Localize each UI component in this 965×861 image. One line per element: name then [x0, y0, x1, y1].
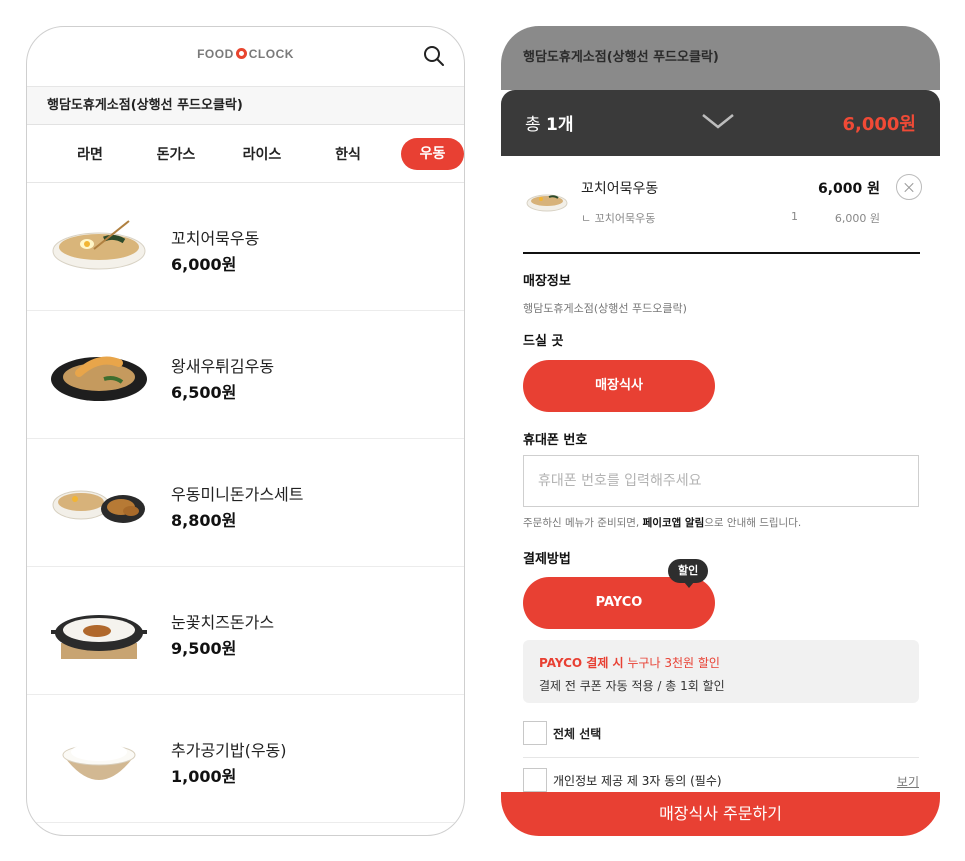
shrimp-udon-image: [51, 356, 147, 401]
menu-item-name: 왕새우튀김우동: [171, 357, 275, 376]
view-terms-link[interactable]: 보기: [897, 773, 919, 790]
menu-item-price: 6,500원: [171, 383, 237, 402]
discount-badge: 할인: [668, 559, 709, 588]
menu-item-name: 눈꽃치즈돈가스: [171, 613, 275, 632]
udon-bowl-image: [52, 220, 146, 270]
notice-text-post: 으로 안내해 드립니다.: [704, 517, 802, 529]
cart-item-option: ㄴ 꼬치어묵우동: [581, 212, 656, 225]
store-name-dimmed: 행담도휴게소점(상행선 푸드오클락): [501, 26, 940, 90]
store-info-label: 매장정보: [523, 274, 571, 289]
phone-number-label: 휴대폰 번호: [523, 433, 588, 448]
cart-item-quantity: 1: [791, 210, 798, 223]
store-info-value: 행담도휴게소점(상행선 푸드오클락): [523, 302, 687, 315]
logo-text-clock: CLOCK: [248, 47, 294, 61]
divider: [523, 757, 919, 758]
pickup-notice: 주문하신 메뉴가 준비되면, 페이코앱 알림으로 안내해 드립니다.: [523, 515, 801, 530]
menu-item-price: 6,000원: [171, 255, 237, 274]
chevron-down-icon[interactable]: [701, 112, 735, 130]
notice-text-bold: 페이코앱 알림: [642, 517, 705, 529]
food-o-clock-logo: FOOD CLOCK: [27, 47, 464, 61]
menu-item-price: 1,000원: [171, 767, 237, 786]
menu-item[interactable]: 우동미니돈가스세트 8,800원: [27, 439, 464, 567]
tab-korean[interactable]: 한식: [305, 144, 391, 164]
order-screen: 행담도휴게소점(상행선 푸드오클락) 총 1개 6,000원 꼬치어묵우동 6,…: [501, 26, 940, 836]
tab-ramen[interactable]: 라면: [47, 144, 133, 164]
tab-rice[interactable]: 라이스: [219, 144, 305, 164]
menu-item[interactable]: 눈꽃치즈돈가스 9,500원: [27, 567, 464, 695]
udon-donkatsu-set-image: [52, 490, 145, 523]
phone-number-input[interactable]: [523, 455, 919, 507]
menu-item-price: 9,500원: [171, 639, 237, 658]
menu-item-name: 우동미니돈가스세트: [171, 485, 304, 504]
promo-bold-text: PAYCO 결제 시: [539, 656, 624, 670]
store-name: 행담도휴게소점(상행선 푸드오클락): [27, 87, 464, 125]
dine-in-button[interactable]: 매장식사: [523, 360, 715, 412]
clock-o-icon: [235, 48, 247, 59]
promo-line-1: PAYCO 결제 시 누구나 3천원 할인: [539, 654, 903, 671]
cart-total-count-value: 1개: [546, 115, 574, 135]
cart-item-name: 꼬치어묵우동: [581, 181, 659, 197]
cart-item-option-price: 6,000 원: [834, 212, 880, 225]
menu-item-price: 8,800원: [171, 511, 237, 530]
menu-item[interactable]: 왕새우튀김우동 6,500원: [27, 311, 464, 439]
search-icon: [424, 46, 444, 66]
consent-checkbox[interactable]: [523, 768, 547, 792]
order-form: 꼬치어묵우동 6,000 원 ㄴ 꼬치어묵우동 1 6,000 원 매장정보 행…: [501, 156, 940, 836]
cart-sheet-header[interactable]: 총 1개 6,000원: [501, 90, 940, 156]
notice-text-pre: 주문하신 메뉴가 준비되면,: [523, 517, 643, 529]
logo-text-food: FOOD: [197, 47, 234, 61]
tab-udon[interactable]: 우동: [401, 137, 464, 170]
tab-donkatsu[interactable]: 돈가스: [133, 144, 219, 164]
payment-method-label: 결제방법: [523, 552, 571, 567]
menu-item-name: 꼬치어묵우동: [171, 229, 260, 248]
select-all-checkbox[interactable]: [523, 721, 547, 745]
cart-total-count: 총 1개: [525, 110, 574, 135]
order-button[interactable]: 매장식사 주문하기: [501, 792, 940, 836]
cart-item-price: 6,000 원: [817, 181, 880, 197]
consent-label: 개인정보 제공 제 3자 동의 (필수): [553, 774, 722, 788]
rice-bowl-image: [62, 743, 136, 780]
cheese-donkatsu-image: [51, 615, 147, 659]
select-all-label: 전체 선택: [553, 727, 602, 741]
cart-total-prefix: 총: [525, 115, 547, 135]
category-tabs: 라면 돈가스 라이스 한식 우동: [27, 125, 464, 183]
remove-item-button[interactable]: [896, 174, 922, 200]
cart-total-price: 6,000원: [842, 114, 917, 135]
app-header: FOOD CLOCK: [27, 27, 464, 87]
menu-item[interactable]: 추가공기밥(우동) 1,000원: [27, 695, 464, 823]
menu-item-name: 추가공기밥(우동): [171, 741, 287, 760]
dine-option-label: 드실 곳: [523, 334, 564, 349]
search-button[interactable]: [422, 44, 446, 68]
menu-screen: FOOD CLOCK 행담도휴게소점(상행선 푸드오클락) 라면 돈가스 라이스 …: [26, 26, 465, 836]
cart-item: 꼬치어묵우동 6,000 원 ㄴ 꼬치어묵우동 1 6,000 원: [523, 156, 922, 254]
cart-item-thumbnail: [526, 194, 568, 212]
promo-rest-text: 누구나 3천원 할인: [623, 656, 720, 670]
menu-item[interactable]: 꼬치어묵우동 6,000원: [27, 183, 464, 311]
promo-line-2: 결제 전 쿠폰 자동 적용 / 총 1회 할인: [539, 679, 725, 693]
promo-box: PAYCO 결제 시 누구나 3천원 할인 결제 전 쿠폰 자동 적용 / 총 …: [523, 640, 919, 703]
